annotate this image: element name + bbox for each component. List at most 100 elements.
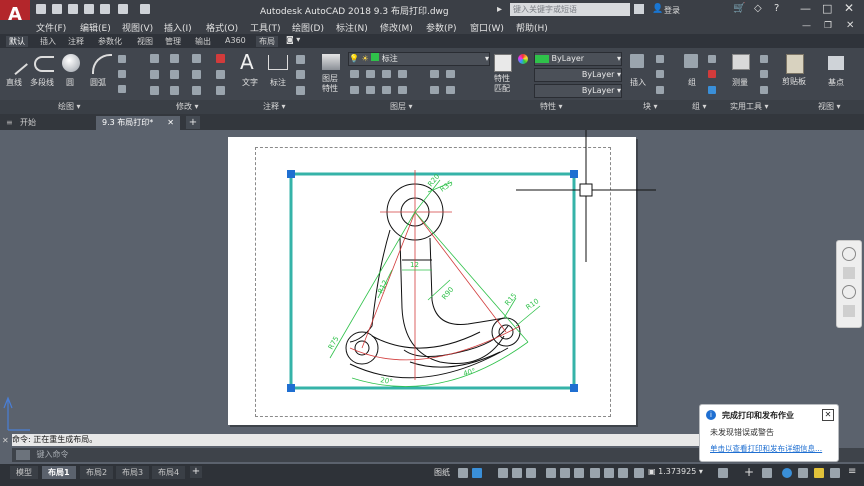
annotation-monitor-icon[interactable] — [604, 468, 614, 478]
erase-icon[interactable] — [216, 54, 225, 63]
mirror-icon[interactable] — [170, 70, 179, 79]
customize-menu-icon[interactable]: ≡ — [848, 466, 856, 477]
tab-output[interactable]: 输出 — [195, 36, 211, 47]
ungroup-icon[interactable] — [708, 70, 716, 78]
rectangle-icon[interactable] — [118, 55, 126, 63]
search-icon[interactable] — [634, 4, 644, 14]
transparency-icon[interactable] — [574, 468, 584, 478]
undo-icon[interactable] — [118, 4, 128, 14]
linear-dim-icon[interactable] — [296, 55, 305, 64]
menu-modify[interactable]: 修改(M) — [380, 21, 413, 34]
tab-options-icon[interactable]: ◙ ▾ — [286, 35, 300, 44]
layer-tool-icon[interactable] — [350, 70, 359, 78]
doc-tab-start[interactable]: 开始 — [14, 116, 94, 130]
tab-view[interactable]: 视图 — [137, 36, 153, 47]
paste-icon[interactable] — [786, 54, 804, 74]
linetype-dropdown[interactable]: ByLayer ▾ — [534, 68, 622, 82]
match-props-button[interactable]: 特性 匹配 — [494, 74, 516, 94]
menu-tools[interactable]: 工具(T) — [250, 21, 281, 34]
orbit-icon[interactable] — [843, 305, 855, 317]
layer-tool-icon[interactable] — [430, 86, 439, 94]
menu-file[interactable]: 文件(F) — [36, 21, 66, 34]
menu-format[interactable]: 格式(O) — [206, 21, 238, 34]
units-icon[interactable] — [618, 468, 628, 478]
layer-tool-icon[interactable] — [446, 86, 455, 94]
block-tool-icon[interactable] — [656, 55, 664, 63]
text-button[interactable]: 文字 — [242, 77, 258, 88]
layer-tool-icon[interactable] — [366, 70, 375, 78]
util-tool-icon[interactable] — [760, 55, 768, 63]
arc-button[interactable]: 圆弧 — [90, 77, 106, 88]
new-tab-icon[interactable]: + — [186, 116, 200, 129]
hatch-icon[interactable] — [118, 70, 126, 78]
layer-props-icon[interactable] — [322, 54, 340, 70]
layer-tool-icon[interactable] — [366, 86, 375, 94]
line-button[interactable]: 直线 — [6, 77, 22, 88]
grip-bottom-left[interactable] — [287, 384, 295, 392]
clipboard-button[interactable]: 剪贴板 — [782, 76, 806, 87]
workspace-icon[interactable]: ▸ — [497, 4, 502, 15]
tab-default[interactable]: 默认 — [6, 36, 28, 47]
array-icon[interactable] — [192, 86, 201, 95]
grip-top-left[interactable] — [287, 170, 295, 178]
grid-icon[interactable] — [458, 468, 468, 478]
plot-status-icon[interactable] — [798, 468, 808, 478]
zoom-icon[interactable] — [842, 285, 856, 299]
gear-icon[interactable] — [718, 468, 728, 478]
snap-icon[interactable] — [472, 468, 482, 478]
menu-param[interactable]: 参数(P) — [426, 21, 456, 34]
steering-wheel-icon[interactable] — [842, 247, 856, 261]
trim-icon[interactable] — [192, 54, 201, 63]
clean-screen-icon[interactable] — [830, 468, 840, 478]
layout-tab-layout3[interactable]: 布局3 — [116, 466, 150, 479]
panel-groups[interactable]: 组 ▾ — [692, 101, 707, 112]
layout-tab-model[interactable]: 模型 — [10, 466, 38, 479]
menu-view[interactable]: 视图(V) — [122, 21, 153, 34]
util-tool-icon[interactable] — [760, 86, 768, 94]
circle-icon[interactable] — [62, 54, 80, 72]
redo-icon[interactable] — [140, 4, 150, 14]
maximize-icon[interactable]: □ — [822, 2, 832, 15]
saveas-icon[interactable] — [84, 4, 94, 14]
tab-a360[interactable]: A360 — [225, 36, 246, 45]
panel-properties[interactable]: 特性 ▾ — [540, 101, 563, 112]
save-icon[interactable] — [68, 4, 78, 14]
explode-icon[interactable] — [216, 70, 225, 79]
new-icon[interactable] — [36, 4, 46, 14]
osnap-icon[interactable] — [526, 468, 536, 478]
match-props-icon[interactable] — [494, 54, 512, 72]
doc-close-icon[interactable]: ✕ — [846, 20, 854, 31]
otrack-icon[interactable] — [546, 468, 556, 478]
block-tool-icon[interactable] — [656, 86, 664, 94]
tab-manage[interactable]: 管理 — [165, 36, 181, 47]
layer-tool-icon[interactable] — [382, 86, 391, 94]
tab-insert[interactable]: 插入 — [40, 36, 56, 47]
color-dropdown[interactable]: ByLayer ▾ — [534, 52, 622, 66]
insert-block-icon[interactable] — [630, 54, 644, 68]
search-input[interactable]: 键入关键字或短语 — [510, 3, 630, 16]
layer-props-button[interactable]: 图层 特性 — [322, 74, 344, 94]
measure-icon[interactable] — [732, 54, 750, 70]
leader-icon[interactable] — [296, 70, 305, 79]
layer-tool-icon[interactable] — [382, 70, 391, 78]
gradient-icon[interactable] — [118, 85, 126, 93]
panel-layers[interactable]: 图层 ▾ — [390, 101, 413, 112]
layer-tool-icon[interactable] — [398, 86, 407, 94]
menu-draw[interactable]: 绘图(D) — [292, 21, 324, 34]
block-tool-icon[interactable] — [656, 70, 664, 78]
selection-cycling-icon[interactable] — [590, 468, 600, 478]
user-icon[interactable]: 👤 — [652, 4, 663, 14]
quick-props-icon[interactable] — [634, 468, 644, 478]
dimension-icon[interactable] — [268, 55, 288, 70]
ortho-icon[interactable] — [498, 468, 508, 478]
isolate-icon[interactable] — [762, 468, 772, 478]
menu-dimension[interactable]: 标注(N) — [336, 21, 368, 34]
text-icon[interactable]: A — [240, 50, 254, 74]
doc-tab-current[interactable]: 9.3 布局打印* ✕ — [96, 116, 180, 130]
lineweight-icon[interactable] — [560, 468, 570, 478]
cmd-close-icon[interactable]: ✕ — [2, 436, 9, 445]
notification-icon[interactable] — [814, 468, 824, 478]
panel-annotation[interactable]: 注释 ▾ — [263, 101, 286, 112]
panel-draw[interactable]: 绘图 ▾ — [58, 101, 81, 112]
offset-icon[interactable] — [216, 86, 225, 95]
